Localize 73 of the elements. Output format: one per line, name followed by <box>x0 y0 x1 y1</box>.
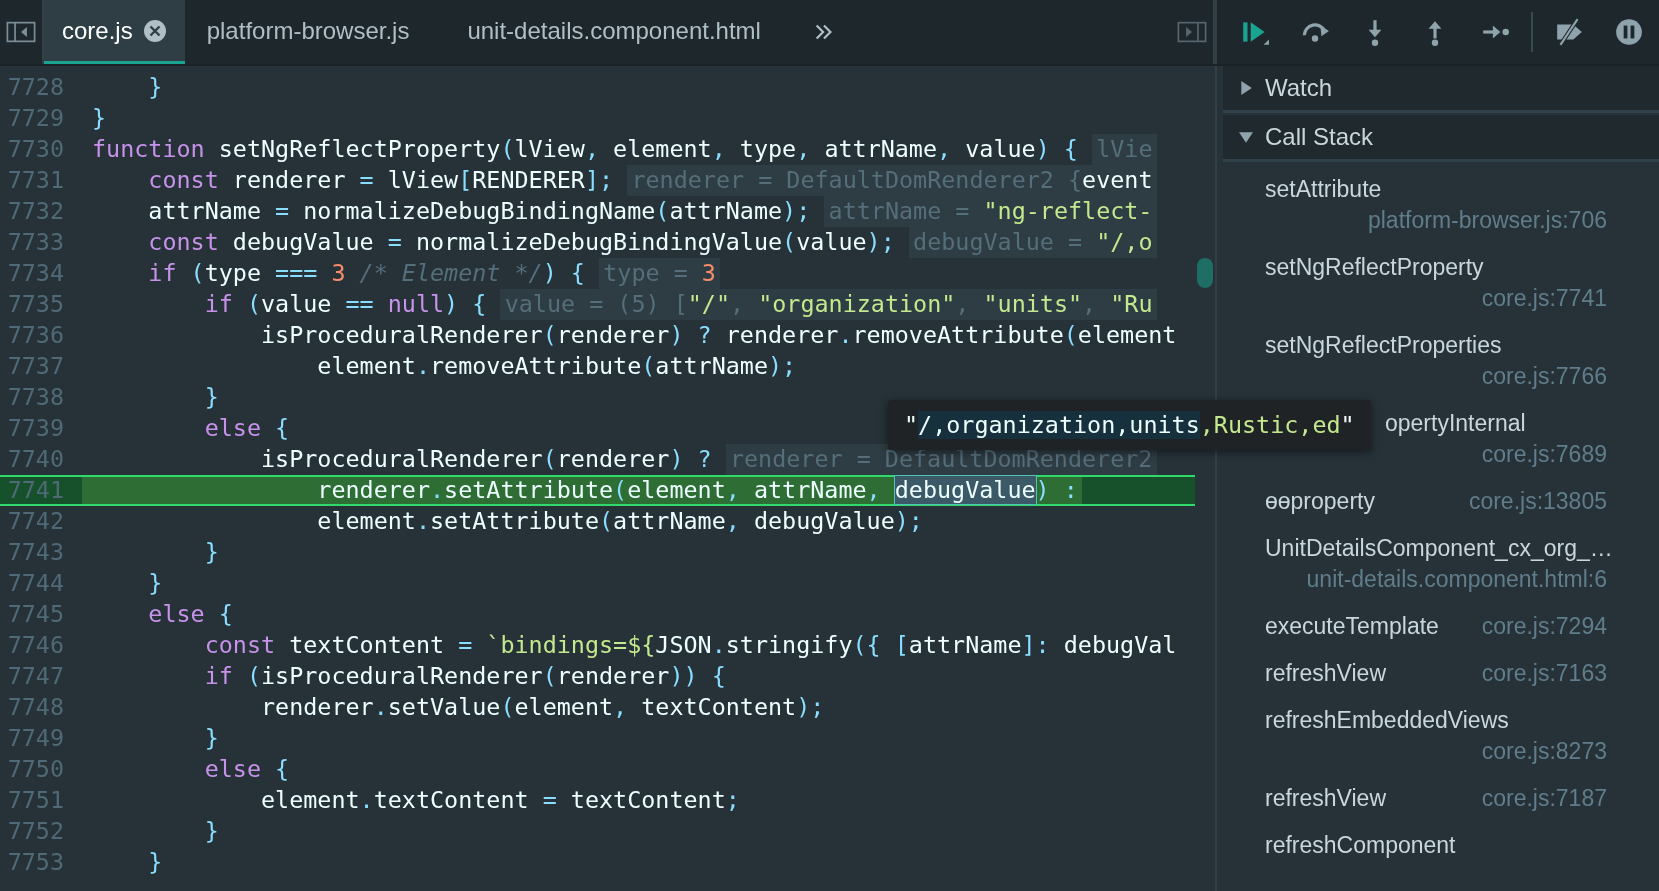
code-line: function setNgReflectProperty(lView, element, type, attrName, value) { <box>92 134 1078 165</box>
line-number: 7751 <box>6 785 65 816</box>
code-line: element.setAttribute(attrName, debugValue); <box>316 506 923 537</box>
code-line: renderer.setValue(element, textContent); <box>260 692 825 723</box>
editor-tab[interactable]: core.js <box>44 0 185 64</box>
editor-tab[interactable]: platform-browser.js <box>184 0 446 64</box>
code-line: else { <box>147 599 233 630</box>
stack-frame-name[interactable]: refreshView <box>1265 783 1387 814</box>
line-number: 7730 <box>6 134 65 165</box>
line-number: 7731 <box>6 165 65 196</box>
stack-frame-name[interactable]: ɵɵproperty <box>1265 486 1375 517</box>
line-number: 7745 <box>6 599 65 630</box>
stack-frame-name[interactable]: setNgReflectProperty <box>1265 252 1484 283</box>
stack-frame-name[interactable]: UnitDetailsComponent_cx_org_… <box>1265 533 1613 564</box>
line-number: 7729 <box>6 103 65 134</box>
code-line: if (isProceduralRenderer(renderer)) { <box>203 661 726 692</box>
scrollbar-thumb[interactable] <box>1197 258 1213 288</box>
line-number: 7744 <box>6 568 65 599</box>
code-line: } <box>147 72 163 103</box>
code-line: if (type === 3 /* Element */) { <box>147 258 585 289</box>
code-line: const textContent = `bindings=${JSON.stringify({ [attrName]: debugVal <box>203 630 1177 661</box>
code-line: if (value == null) { <box>203 289 487 320</box>
code-line: } <box>203 723 219 754</box>
section-header[interactable]: Call Stack <box>1223 115 1659 162</box>
line-number: 7747 <box>6 661 65 692</box>
line-number: 7741 <box>6 477 65 504</box>
code-line: const debugValue = normalizeDebugBindingValue(value); <box>147 227 895 258</box>
line-number: 7739 <box>6 413 65 444</box>
line-number: 7728 <box>6 72 65 103</box>
close-icon[interactable] <box>142 18 167 43</box>
code-line: } <box>92 103 107 134</box>
code-line: } <box>147 847 163 878</box>
code-line: } <box>203 537 219 568</box>
line-number: 7749 <box>6 723 65 754</box>
stack-frame-name[interactable]: refreshComponent <box>1265 830 1456 861</box>
line-number: 7732 <box>6 196 65 227</box>
line-number: 7734 <box>6 258 65 289</box>
stack-frame-name[interactable]: setNgReflectProperties <box>1265 330 1502 361</box>
code-line: element.textContent = textContent; <box>260 785 740 816</box>
line-number: 7735 <box>6 289 65 320</box>
collapsed-triangle-icon <box>1239 81 1253 95</box>
code-line: element.removeAttribute(attrName); <box>316 351 797 382</box>
stack-frame-name[interactable]: setAttribute <box>1265 174 1382 205</box>
value-tooltip: "/,organization,units,Rustic,ed" <box>888 400 1371 450</box>
code-line: else { <box>203 413 290 444</box>
stack-frame-name[interactable]: refreshView <box>1265 658 1387 689</box>
pause-icon[interactable] <box>1614 17 1644 47</box>
line-number: 7743 <box>6 537 65 568</box>
code-line: else { <box>203 754 290 785</box>
line-number: 7750 <box>6 754 65 785</box>
line-number: 7736 <box>6 320 65 351</box>
code-line: isProceduralRenderer(renderer) ? <box>260 444 712 475</box>
code-line: const renderer = lView[RENDERER]; <box>147 165 614 196</box>
line-number: 7740 <box>6 444 65 475</box>
line-number: 7738 <box>6 382 65 413</box>
breakpoint-slash-icon[interactable] <box>1554 17 1584 47</box>
section-header[interactable]: Watch <box>1223 66 1659 113</box>
line-number: 7752 <box>6 816 65 847</box>
line-number: 7737 <box>6 351 65 382</box>
code-line: isProceduralRenderer(renderer) ? renderer.removeAttribute(element <box>260 320 1177 351</box>
code-line: } <box>147 568 163 599</box>
stack-frame-name[interactable]: executeTemplate <box>1265 611 1439 642</box>
code-line: } <box>203 816 219 847</box>
expanded-triangle-icon <box>1239 130 1253 144</box>
line-number: 7748 <box>6 692 65 723</box>
code-line: } <box>203 382 219 413</box>
line-number: 7753 <box>6 847 65 878</box>
line-number: 7733 <box>6 227 65 258</box>
stack-frame-name[interactable]: refreshEmbeddedViews <box>1265 705 1509 736</box>
line-number: 7742 <box>6 506 65 537</box>
line-number: 7746 <box>6 630 65 661</box>
code-line: attrName = normalizeDebugBindingName(attrName); <box>147 196 811 227</box>
editor-tab[interactable]: unit-details.component.html <box>445 0 797 64</box>
